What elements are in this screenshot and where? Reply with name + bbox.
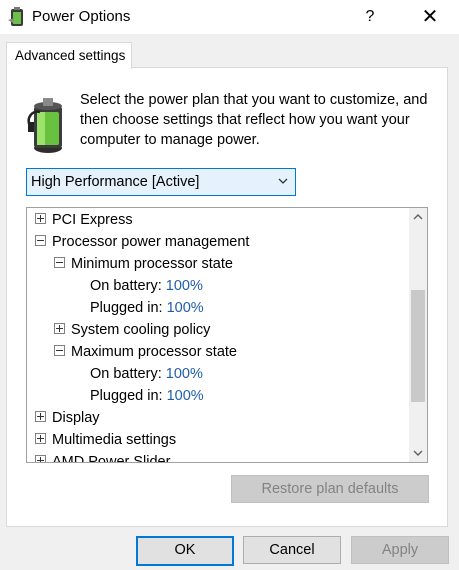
tree-item-label: Maximum processor state [71,344,237,360]
expand-icon[interactable] [35,432,46,444]
tree-item-minimum-processor-state[interactable]: Minimum processor state [54,253,233,275]
tree-item-amd-power-slider[interactable]: AMD Power Slider [35,451,171,463]
setting-value-link[interactable]: 100% [166,278,203,294]
tree-item-max-on-battery[interactable]: On battery: 100% [90,363,203,385]
ok-button[interactable]: OK [136,536,234,566]
setting-label: On battery: [90,366,162,382]
expand-icon[interactable] [54,322,65,334]
tree-item-label: Display [52,410,100,426]
setting-value-link[interactable]: 100% [166,366,203,382]
collapse-icon[interactable] [35,234,46,246]
tree-item-min-plugged-in[interactable]: Plugged in: 100% [90,297,204,319]
tree-item-label: Multimedia settings [52,432,177,448]
apply-button[interactable]: Apply [351,536,449,564]
close-button[interactable]: ✕ [410,0,450,34]
plan-description: Select the power plan that you want to c… [80,92,428,148]
tree-item-display[interactable]: Display [35,407,100,429]
scrollbar-thumb[interactable] [411,290,425,402]
tree-item-min-on-battery[interactable]: On battery: 100% [90,275,203,297]
collapse-icon[interactable] [54,344,65,356]
tree-item-label: Minimum processor state [71,256,233,272]
power-options-icon [8,7,23,26]
power-plan-dropdown[interactable]: High Performance [Active] [26,168,296,196]
setting-label: Plugged in: [90,388,163,404]
tree-item-maximum-processor-state[interactable]: Maximum processor state [54,341,237,363]
tree-scrollbar[interactable] [409,208,427,462]
setting-value-link[interactable]: 100% [167,388,204,404]
power-plan-value: High Performance [Active] [31,174,200,190]
restore-plan-defaults-button[interactable]: Restore plan defaults [231,475,429,503]
expand-icon[interactable] [35,212,46,224]
settings-tree[interactable]: PCI Express Processor power management M… [26,207,428,463]
setting-label: Plugged in: [90,300,163,316]
tree-item-label: System cooling policy [71,322,211,338]
collapse-icon[interactable] [54,256,65,268]
tree-item-label: Processor power management [52,234,250,250]
tree-item-system-cooling-policy[interactable]: System cooling policy [54,319,210,341]
tree-item-processor-power-management[interactable]: Processor power management [35,231,249,253]
chevron-down-icon [278,178,288,184]
tree-item-label: AMD Power Slider [52,454,171,463]
scroll-down-arrow-icon[interactable] [409,444,427,462]
help-button[interactable]: ? [352,0,388,34]
tree-item-label: PCI Express [52,212,133,228]
setting-label: On battery: [90,278,162,294]
cancel-button[interactable]: Cancel [243,536,341,564]
tree-item-max-plugged-in[interactable]: Plugged in: 100% [90,385,204,407]
tree-item-pci-express[interactable]: PCI Express [35,209,133,231]
expand-icon[interactable] [35,454,46,462]
tab-label: Advanced settings [15,48,126,63]
battery-plug-icon [27,98,62,153]
expand-icon[interactable] [35,410,46,422]
scroll-up-arrow-icon[interactable] [409,208,427,226]
window-title: Power Options [32,8,131,25]
title-bar: Power Options ? ✕ [0,0,459,34]
setting-value-link[interactable]: 100% [167,300,204,316]
tree-item-multimedia-settings[interactable]: Multimedia settings [35,429,176,451]
tab-advanced-settings[interactable]: Advanced settings [6,42,132,69]
